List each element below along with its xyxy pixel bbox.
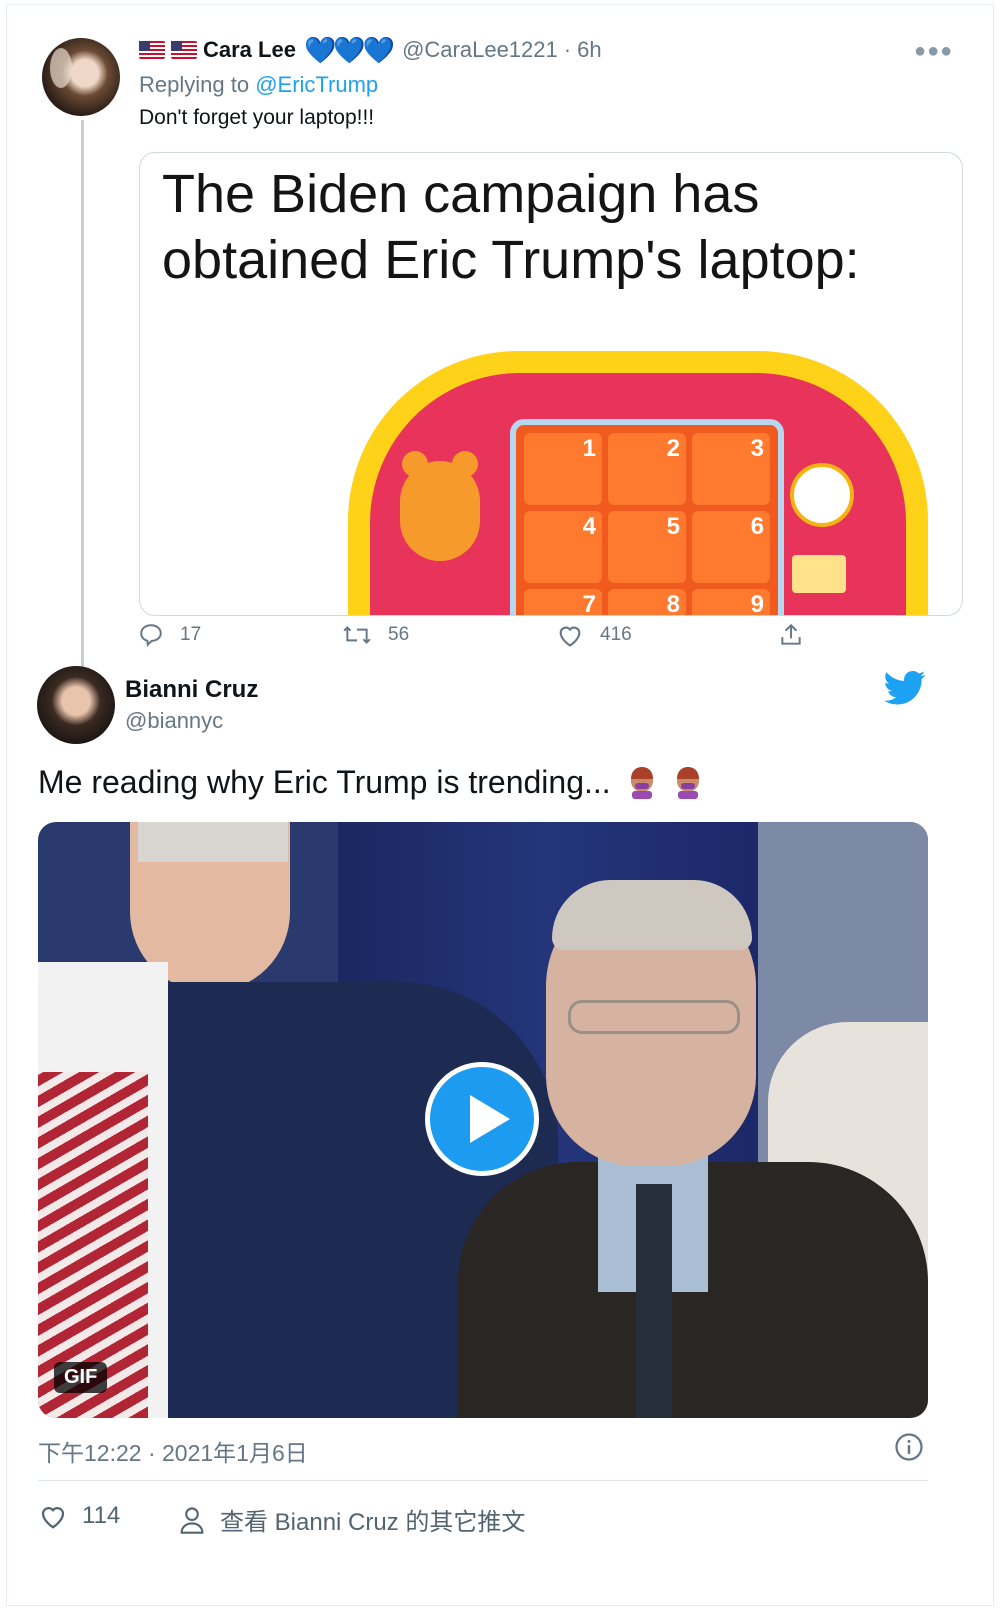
- main-author-handle[interactable]: @biannyc: [125, 708, 223, 734]
- main-tweet-text-body: Me reading why Eric Trump is trending...: [38, 764, 611, 800]
- reply-author-name[interactable]: Cara Lee: [203, 37, 296, 63]
- replying-to-prefix: Replying to: [139, 72, 250, 97]
- meme-caption-line-2: obtained Eric Trump's laptop:: [162, 230, 860, 290]
- toy-key: 3: [692, 433, 770, 505]
- us-flag-icon: [139, 41, 165, 59]
- face-palm-emoji-icon: [677, 767, 700, 799]
- play-button-icon[interactable]: [425, 1062, 539, 1176]
- glasses: [568, 1000, 740, 1034]
- tweet-timestamp[interactable]: 下午12:22 · 2021年1月6日: [38, 1434, 308, 1468]
- thread-connector-line: [81, 120, 84, 672]
- view-more-tweets-link[interactable]: 查看 Bianni Cruz 的其它推文: [178, 1502, 525, 1537]
- retweet-count: 56: [388, 624, 410, 645]
- reply-tweet-header: Cara Lee 💙💙💙 @CaraLee1221 · 6h: [139, 34, 602, 65]
- toy-laptop-keypad: 1 2 3 4 5 6 7 8 9: [510, 419, 784, 615]
- retweet-icon: [343, 626, 371, 644]
- heart-icon: [41, 1507, 65, 1529]
- bianni-cruz-avatar[interactable]: [37, 666, 115, 744]
- meta-separator: ·: [563, 37, 572, 62]
- toy-key: 2: [608, 433, 686, 505]
- toy-key: 4: [524, 511, 602, 583]
- main-like-count: 114: [82, 1502, 121, 1529]
- meme-caption-line-1: The Biden campaign has: [162, 164, 760, 224]
- more-options-icon[interactable]: ●●●: [914, 40, 953, 63]
- like-action[interactable]: 416: [556, 622, 632, 648]
- toy-key: 6: [692, 511, 770, 583]
- replying-to-handle[interactable]: @EricTrump: [255, 72, 378, 97]
- heart-icon: [559, 626, 581, 647]
- reply-time-ago[interactable]: 6h: [577, 37, 601, 63]
- replying-to-line: Replying to @EricTrump: [139, 72, 378, 98]
- toy-laptop-picture: 1 2 3 4 5 6 7 8 9: [348, 351, 928, 615]
- toy-key: 7: [524, 589, 602, 615]
- meme-caption: The Biden campaign has obtained Eric Tru…: [162, 161, 860, 293]
- reply-action[interactable]: 17: [138, 622, 201, 648]
- toy-key: 5: [608, 511, 686, 583]
- toy-key: 8: [608, 589, 686, 615]
- main-tweet-text: Me reading why Eric Trump is trending...: [38, 764, 704, 801]
- reply-tweet-text: Don't forget your laptop!!!: [139, 106, 375, 129]
- reply-author-handle[interactable]: @CaraLee1221: [402, 37, 558, 63]
- reply-count: 17: [180, 624, 202, 645]
- toy-key: 9: [692, 589, 770, 615]
- like-count: 416: [600, 624, 632, 645]
- blue-hearts-icon: 💙💙💙: [303, 34, 395, 65]
- reply-tweet-image[interactable]: The Biden campaign has obtained Eric Tru…: [139, 152, 963, 616]
- main-like-action[interactable]: 114: [38, 1502, 120, 1530]
- info-icon[interactable]: [894, 1432, 924, 1462]
- envelope-icon: [792, 555, 846, 593]
- cara-lee-avatar[interactable]: [42, 38, 120, 116]
- view-more-label: 查看 Bianni Cruz 的其它推文: [220, 1509, 526, 1536]
- face-palm-emoji-icon: [630, 767, 653, 799]
- user-icon: [180, 1506, 204, 1534]
- teddy-bear-icon: [400, 451, 480, 561]
- reply-icon: [140, 624, 162, 647]
- share-icon: [781, 623, 801, 645]
- share-action[interactable]: [778, 622, 804, 648]
- main-tweet-gif[interactable]: GIF: [38, 822, 928, 1418]
- twitter-bird-icon[interactable]: [884, 670, 926, 706]
- toy-key: 1: [524, 433, 602, 505]
- main-author-name[interactable]: Bianni Cruz: [125, 676, 258, 704]
- gif-badge: GIF: [54, 1362, 108, 1393]
- clock-icon: [790, 463, 854, 527]
- footer-divider: [38, 1480, 928, 1481]
- retweet-action[interactable]: 56: [342, 622, 409, 648]
- us-flag-icon: [171, 41, 197, 59]
